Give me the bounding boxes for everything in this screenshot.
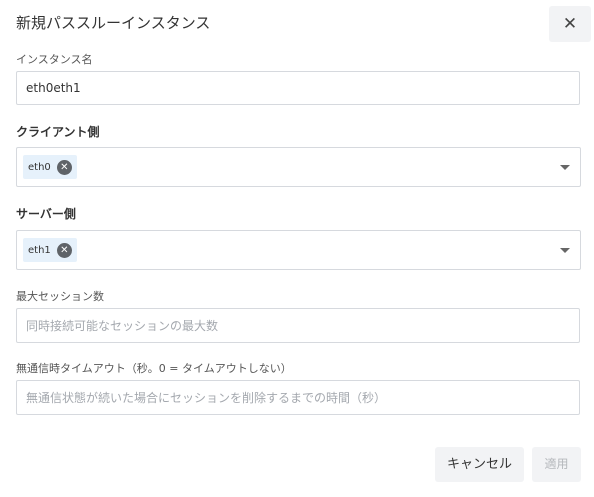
- chip-remove-icon[interactable]: ✕: [56, 159, 72, 175]
- close-button[interactable]: ✕: [549, 6, 591, 42]
- client-side-select[interactable]: eth0 ✕: [16, 147, 581, 187]
- chip-label: eth1: [28, 244, 51, 256]
- client-side-chip: eth0 ✕: [23, 155, 77, 179]
- max-sessions-label: 最大セッション数: [16, 290, 104, 303]
- dropdown-caret-icon[interactable]: [560, 248, 570, 253]
- timeout-input[interactable]: [16, 380, 580, 415]
- close-icon: ✕: [562, 14, 578, 34]
- instance-name-input[interactable]: [16, 71, 580, 105]
- server-side-label: サーバー側: [16, 207, 76, 221]
- dialog-title: 新規パススルーインスタンス: [16, 14, 211, 32]
- server-side-chip: eth1 ✕: [23, 238, 77, 262]
- timeout-label: 無通信時タイムアウト（秒。0 = タイムアウトしない）: [16, 362, 292, 375]
- instance-name-label: インスタンス名: [16, 53, 93, 66]
- server-side-select[interactable]: eth1 ✕: [16, 230, 581, 270]
- apply-button[interactable]: 適用: [532, 447, 581, 482]
- cancel-button[interactable]: キャンセル: [435, 447, 524, 482]
- max-sessions-input[interactable]: [16, 308, 580, 343]
- chip-remove-icon[interactable]: ✕: [56, 242, 72, 258]
- new-passthrough-instance-dialog: 新規パススルーインスタンス ✕ インスタンス名 クライアント側 eth0 ✕ サ…: [0, 0, 594, 497]
- chip-label: eth0: [28, 161, 51, 173]
- client-side-label: クライアント側: [16, 125, 100, 139]
- dropdown-caret-icon[interactable]: [560, 165, 570, 170]
